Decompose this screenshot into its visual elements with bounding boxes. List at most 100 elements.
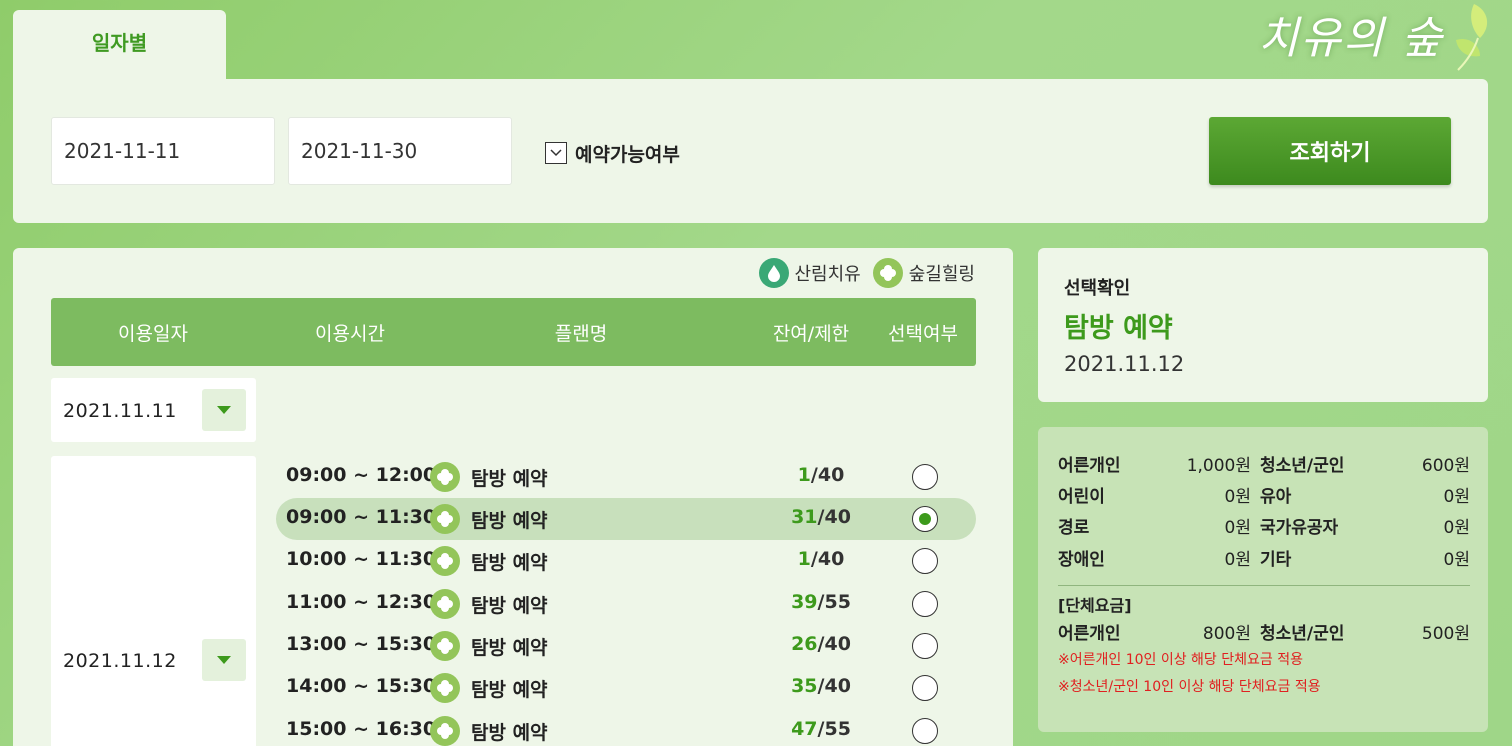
remaining-separator: / [810,464,818,486]
session-remaining: 1/40 [756,548,886,570]
price-category: 어린이 [1058,487,1105,507]
session-row[interactable]: 09:00 ~ 12:00 탐방 예약 1/40 [276,456,976,498]
session-time: 13:00 ~ 15:30 [286,633,437,655]
price-category: 기타 [1260,550,1292,570]
price-item: 장애인 0원 [1058,545,1251,570]
expand-date-button[interactable] [202,389,246,431]
session-row[interactable]: 13:00 ~ 15:30 탐방 예약 26/40 [276,625,976,667]
caret-down-icon [217,406,231,414]
caret-down-icon [217,656,231,664]
price-item: 경로 0원 [1058,513,1251,538]
capacity-limit: 40 [817,548,845,570]
session-remaining: 26/40 [756,633,886,655]
confirm-date: 2021.11.12 [1064,352,1185,376]
price-category: 청소년/군인 [1260,456,1345,476]
session-remaining: 31/40 [756,506,886,528]
group-price-title: [단체요금] [1058,596,1132,615]
clover-icon [872,258,903,288]
price-amount: 0원 [1443,550,1470,570]
session-row[interactable]: 11:00 ~ 12:30 탐방 예약 39/55 [276,583,976,625]
session-radio[interactable] [912,548,938,574]
session-plan: 탐방 예약 [471,722,548,744]
price-item: 어른개인 1,000원 [1058,451,1251,476]
remaining-count: 1 [797,548,811,570]
chevron-down-icon [550,149,562,157]
session-plan: 탐방 예약 [471,679,548,701]
date-label: 2021.11.11 [63,400,177,422]
legend: 산림치유 숲길힐링 [758,258,975,288]
search-button[interactable]: 조회하기 [1209,117,1451,185]
date-cell: 2021.11.11 [51,378,256,442]
remaining-count: 1 [797,464,811,486]
price-category: 국가유공자 [1260,518,1339,538]
price-category: 장애인 [1058,550,1105,570]
remaining-count: 47 [791,718,818,740]
availability-label: 예약가능여부 [575,143,680,166]
session-time: 09:00 ~ 12:00 [286,464,437,486]
tab-label: 일자별 [91,30,148,55]
clover-icon [430,631,460,661]
session-remaining: 35/40 [756,675,886,697]
session-remaining: 47/55 [756,718,886,740]
header-date: 이용일자 [118,322,188,345]
session-row[interactable]: 14:00 ~ 15:30 탐방 예약 35/40 [276,667,976,709]
legend-trail-label: 숲길힐링 [908,264,975,285]
remaining-count: 35 [791,675,818,697]
clover-icon [430,673,460,703]
header-time: 이용시간 [315,322,385,345]
price-panel: 어른개인 1,000원 청소년/군인 600원 어린이 0원 유아 0원 경로 0원 국가유공자 0원… [1038,427,1488,732]
price-item: 청소년/군인 600원 [1260,451,1470,476]
capacity-limit: 55 [824,718,851,740]
session-row[interactable]: 10:00 ~ 11:30 탐방 예약 1/40 [276,540,976,582]
selection-confirm-panel: 선택확인 탐방 예약 2021.11.12 [1038,248,1488,402]
clover-icon [430,504,460,534]
capacity-limit: 55 [824,591,851,613]
site-logo[interactable]: 치유의 숲 [1258,0,1498,72]
price-amount: 0원 [1224,550,1251,570]
price-item: 어린이 0원 [1058,482,1251,507]
session-plan: 탐방 예약 [471,595,548,617]
price-category: 어른개인 [1058,456,1121,476]
session-radio[interactable] [912,506,938,532]
session-time: 09:00 ~ 11:30 [286,506,437,528]
end-date-input[interactable] [288,117,512,185]
group-note: ※어른개인 10인 이상 해당 단체요금 적용 [1058,652,1303,668]
session-plan: 탐방 예약 [471,552,548,574]
logo-text: 치유의 숲 [1258,13,1444,64]
session-radio[interactable] [912,633,938,659]
leaf-icon [1456,4,1488,71]
group-price-item: 어른개인 800원 [1058,619,1251,644]
session-row[interactable]: 15:00 ~ 16:30 탐방 예약 47/55 [276,710,976,746]
clover-icon [430,462,460,492]
start-date-input[interactable] [51,117,275,185]
radio-selected-dot [919,513,931,525]
availability-checkbox[interactable]: 예약가능여부 [545,141,680,166]
date-cell: 2021.11.12 [51,456,256,746]
price-amount: 800원 [1202,624,1251,644]
price-divider [1058,585,1470,586]
price-amount: 500원 [1421,624,1470,644]
expand-date-button[interactable] [202,639,246,681]
tab-by-date[interactable]: 일자별 [13,10,226,80]
schedule-panel: 산림치유 숲길힐링 이용일자 이용시간 플랜명 잔여/제한 선택여부 2021.… [13,248,1013,746]
session-time: 10:00 ~ 11:30 [286,548,437,570]
date-label: 2021.11.12 [63,650,177,672]
session-radio[interactable] [912,591,938,617]
price-amount: 600원 [1421,456,1470,476]
price-amount: 0원 [1443,518,1470,538]
remaining-count: 26 [791,633,818,655]
session-radio[interactable] [912,464,938,490]
session-radio[interactable] [912,718,938,744]
group-note: ※청소년/군인 10인 이상 해당 단체요금 적용 [1058,679,1321,695]
checkbox-box[interactable] [545,142,567,164]
capacity-limit: 40 [824,633,851,655]
search-panel: 예약가능여부 조회하기 [13,79,1488,223]
price-item: 국가유공자 0원 [1260,513,1470,538]
session-time: 15:00 ~ 16:30 [286,718,437,740]
price-amount: 0원 [1224,518,1251,538]
session-radio[interactable] [912,675,938,701]
confirm-plan-name: 탐방 예약 [1064,313,1173,344]
price-amount: 1,000원 [1186,456,1251,476]
header-select: 선택여부 [888,322,958,345]
session-row[interactable]: 09:00 ~ 11:30 탐방 예약 31/40 [276,498,976,540]
